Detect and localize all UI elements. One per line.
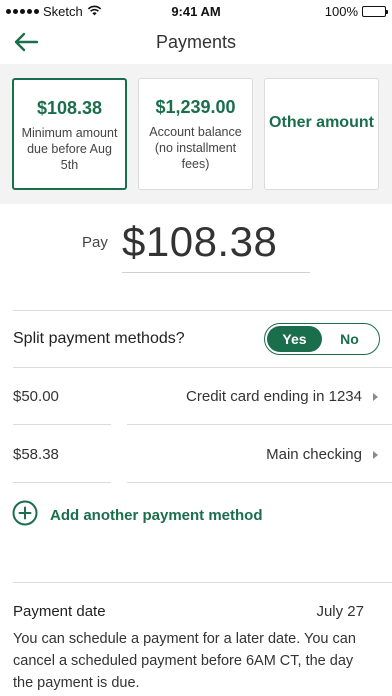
amount-options: $108.38 Minimum amount due before Aug 5t…: [0, 64, 392, 204]
option-other-amount[interactable]: Other amount: [264, 78, 379, 190]
battery-percent: 100%: [324, 4, 358, 19]
plus-circle-icon: [12, 500, 38, 531]
payment-date-label: Payment date: [13, 603, 106, 620]
divider: [13, 310, 392, 311]
battery-info: 100%: [324, 4, 388, 19]
add-payment-method-button[interactable]: Add another payment method: [12, 500, 263, 531]
option-other-label: Other amount: [269, 114, 374, 131]
status-bar: Sketch 9:41 AM 100%: [0, 0, 392, 24]
payment-date-value[interactable]: July 27: [316, 603, 364, 620]
pay-amount-underline: [122, 272, 310, 273]
caret-right-icon: [373, 451, 378, 459]
option-account-balance[interactable]: $1,239.00 Account balance (no installmen…: [138, 78, 253, 190]
option-minimum-due[interactable]: $108.38 Minimum amount due before Aug 5t…: [12, 78, 127, 190]
method-name: Credit card ending in 1234: [186, 388, 362, 405]
option-amount: $1,239.00: [155, 97, 236, 117]
split-payment-label: Split payment methods?: [13, 330, 185, 347]
pay-label: Pay: [82, 234, 108, 251]
split-payment-toggle[interactable]: Yes No: [264, 323, 380, 355]
option-amount: $108.38: [36, 98, 103, 118]
caret-right-icon: [373, 393, 378, 401]
battery-icon: [362, 6, 388, 17]
split-no-option[interactable]: No: [322, 326, 377, 352]
divider: [127, 482, 392, 483]
pay-amount-field[interactable]: $108.38: [122, 218, 277, 266]
method-amount-input[interactable]: $50.00: [13, 388, 59, 405]
payment-date-help-text: You can schedule a payment for a later d…: [13, 631, 356, 691]
navigation-bar: Payments: [0, 24, 392, 64]
option-description: Minimum amount due before Aug 5th: [21, 126, 118, 172]
split-yes-option[interactable]: Yes: [267, 326, 322, 352]
divider: [13, 482, 111, 483]
divider: [13, 582, 392, 583]
method-amount-input[interactable]: $58.38: [13, 446, 59, 463]
page-title: Payments: [155, 32, 237, 52]
method-name: Main checking: [266, 446, 362, 463]
option-description: Account balance (no installment fees): [149, 125, 242, 171]
add-payment-method-label: Add another payment method: [50, 507, 263, 524]
